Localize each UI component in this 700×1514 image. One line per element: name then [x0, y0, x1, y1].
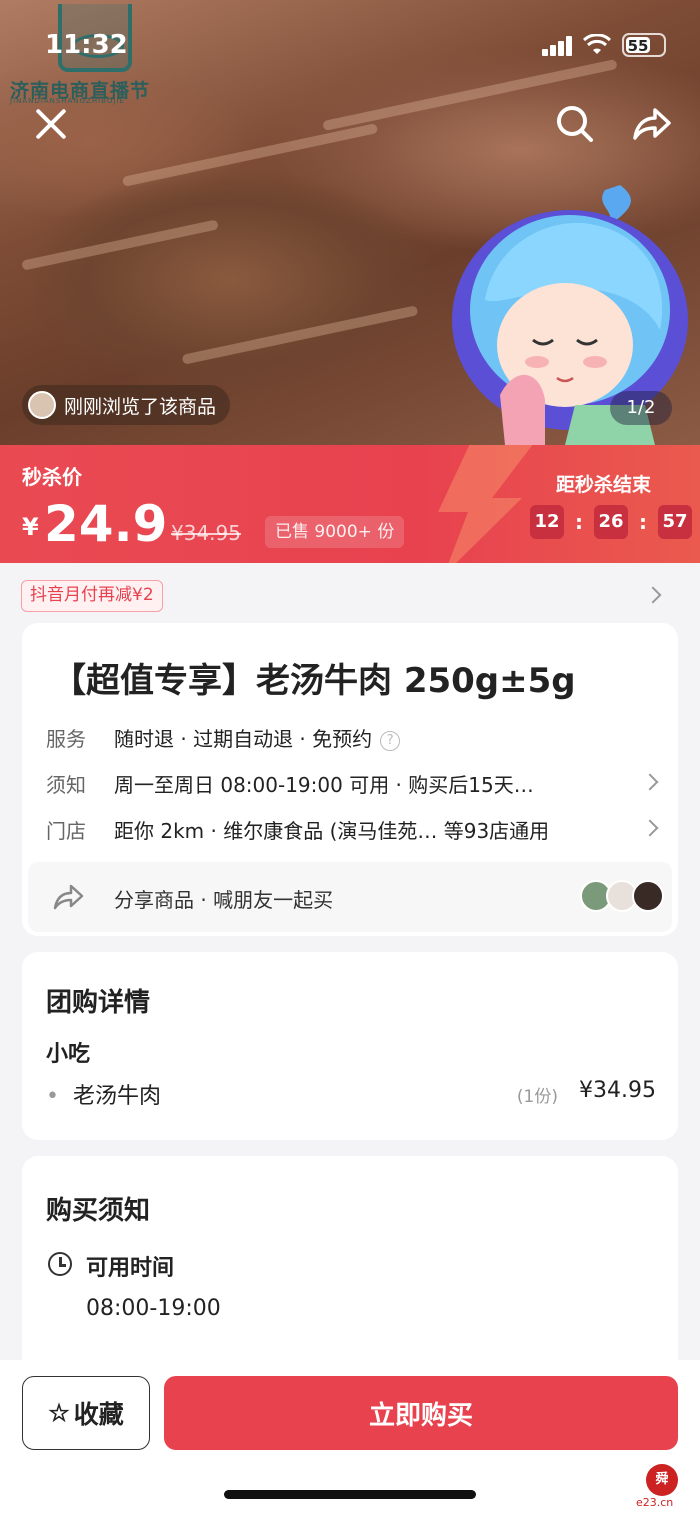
share-text: 分享商品 · 喊朋友一起买 [114, 888, 334, 912]
clock-icon [48, 1252, 72, 1276]
flash-sale-label: 秒杀价 [22, 465, 82, 489]
favorite-button[interactable]: ☆ 收藏 [22, 1376, 150, 1450]
promo-tag: 抖音月付再减¥2 [21, 580, 163, 612]
store-row[interactable]: 门店 距你 2km · 维尔康食品 (演马佳苑… 等93店通用 [46, 815, 666, 844]
row-key: 须知 [46, 773, 86, 797]
watermark-seal: 舜 [646, 1464, 678, 1496]
sold-count-badge: 已售 9000+ 份 [265, 516, 405, 548]
chevron-right-icon [644, 586, 662, 604]
purchase-notes-heading: 购买须知 [46, 1196, 151, 1226]
category-label: 小吃 [46, 1042, 91, 1067]
countdown-seconds: 57 [658, 505, 692, 539]
home-indicator[interactable] [224, 1490, 476, 1499]
service-row: 服务 随时退 · 过期自动退 · 免预约? [46, 723, 666, 752]
row-value: 随时退 · 过期自动退 · 免预约 [114, 727, 373, 751]
sale-price: 24.9 [44, 495, 168, 553]
star-icon: ☆ [48, 1399, 70, 1427]
battery-icon: 55 [622, 33, 666, 57]
avatar [632, 880, 664, 912]
share-product-row[interactable]: 分享商品 · 喊朋友一起买 [28, 862, 672, 932]
share-button[interactable] [629, 102, 673, 146]
lightning-decoration [438, 445, 540, 563]
recent-view-pill: 刚刚浏览了该商品 [22, 385, 231, 425]
available-time-label: 可用时间 [86, 1256, 175, 1281]
purchase-notes-card: 购买须知 可用时间 08:00-19:00 [22, 1156, 678, 1376]
available-hours: 08:00-19:00 [86, 1296, 221, 1321]
bullet: • [46, 1084, 59, 1109]
notice-row[interactable]: 须知 周一至周日 08:00-19:00 可用 · 购买后15天… [46, 769, 666, 798]
wifi-icon [583, 34, 611, 54]
share-icon [53, 884, 84, 910]
group-detail-heading: 团购详情 [46, 988, 151, 1018]
battery-level: 55 [626, 37, 650, 55]
meat-texture [181, 305, 419, 365]
product-info-card: 【超值专享】老汤牛肉 250g±5g 服务 随时退 · 过期自动退 · 免预约? … [22, 623, 678, 936]
row-key: 门店 [46, 819, 86, 843]
countdown-minutes: 26 [594, 505, 628, 539]
bottom-action-bar: ☆ 收藏 立即购买 舜 e23.cn [0, 1360, 700, 1514]
watermark-url: e23.cn [636, 1496, 674, 1509]
share-icon [633, 108, 671, 140]
status-bar: 11:32 55 [0, 30, 700, 60]
status-time: 11:32 [45, 30, 128, 60]
original-price: ¥34.95 [171, 521, 241, 545]
viewer-avatar [28, 391, 56, 419]
item-price: ¥34.95 [579, 1078, 656, 1103]
cellular-icon [542, 36, 574, 56]
currency-symbol: ¥ [22, 513, 39, 541]
countdown-hours: 12 [530, 505, 564, 539]
product-image-carousel[interactable]: 济南电商直播节 JINANDIANSHANGZHIBOJIE 11:32 55 [0, 0, 700, 445]
list-item: • 老汤牛肉 (1份) ¥34.95 [46, 1078, 656, 1110]
item-qty: (1份) [516, 1087, 558, 1107]
row-key: 服务 [46, 727, 86, 751]
countdown-timer: 12 : 26 : 57 [530, 505, 692, 539]
item-name: 老汤牛肉 [72, 1084, 161, 1109]
search-button[interactable] [553, 102, 597, 146]
row-value: 周一至周日 08:00-19:00 可用 · 购买后15天… [114, 773, 534, 797]
recent-view-text: 刚刚浏览了该商品 [64, 395, 217, 418]
flash-sale-bar: 秒杀价 ¥ 24.9 ¥34.95 已售 9000+ 份 距秒杀结束 12 : … [0, 445, 700, 563]
image-page-indicator: 1/2 [610, 391, 672, 425]
group-detail-card: 团购详情 小吃 • 老汤牛肉 (1份) ¥34.95 [22, 952, 678, 1140]
row-value: 距你 2km · 维尔康食品 (演马佳苑… 等93店通用 [114, 819, 550, 843]
promo-row[interactable]: 抖音月付再减¥2 [0, 563, 700, 623]
countdown-separator: : [575, 510, 583, 534]
product-title: 【超值专享】老汤牛肉 250g±5g [52, 661, 576, 701]
watermark: 舜 e23.cn [636, 1464, 690, 1509]
favorite-label: 收藏 [73, 1401, 124, 1429]
meat-texture [121, 123, 379, 187]
countdown-separator: : [639, 510, 647, 534]
meat-texture [21, 219, 219, 271]
buy-now-button[interactable]: 立即购买 [164, 1376, 678, 1450]
close-button[interactable] [29, 102, 73, 146]
countdown-label: 距秒杀结束 [556, 474, 652, 496]
question-icon[interactable]: ? [380, 731, 401, 751]
